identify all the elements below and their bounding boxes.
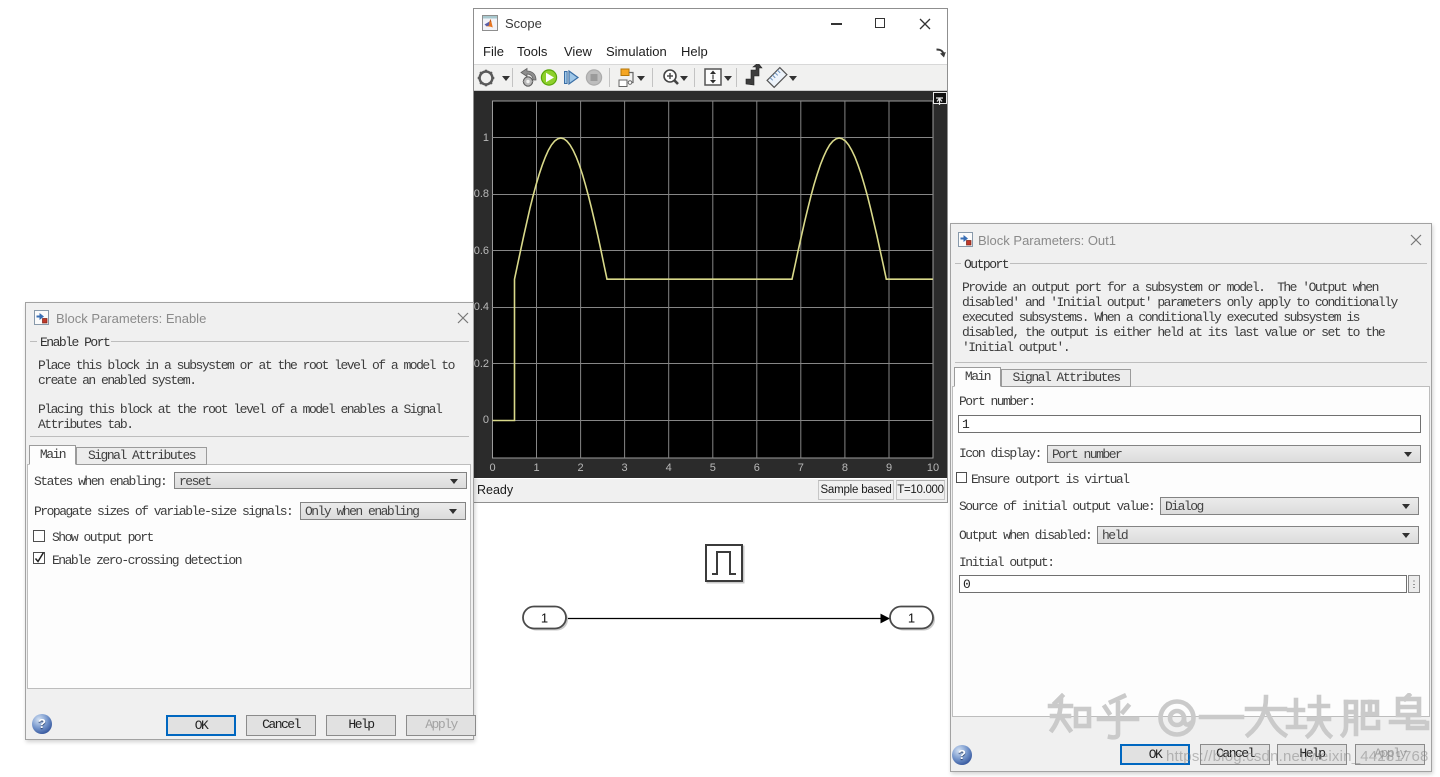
svg-text:1: 1 xyxy=(541,611,548,626)
svg-text:1: 1 xyxy=(908,611,915,626)
